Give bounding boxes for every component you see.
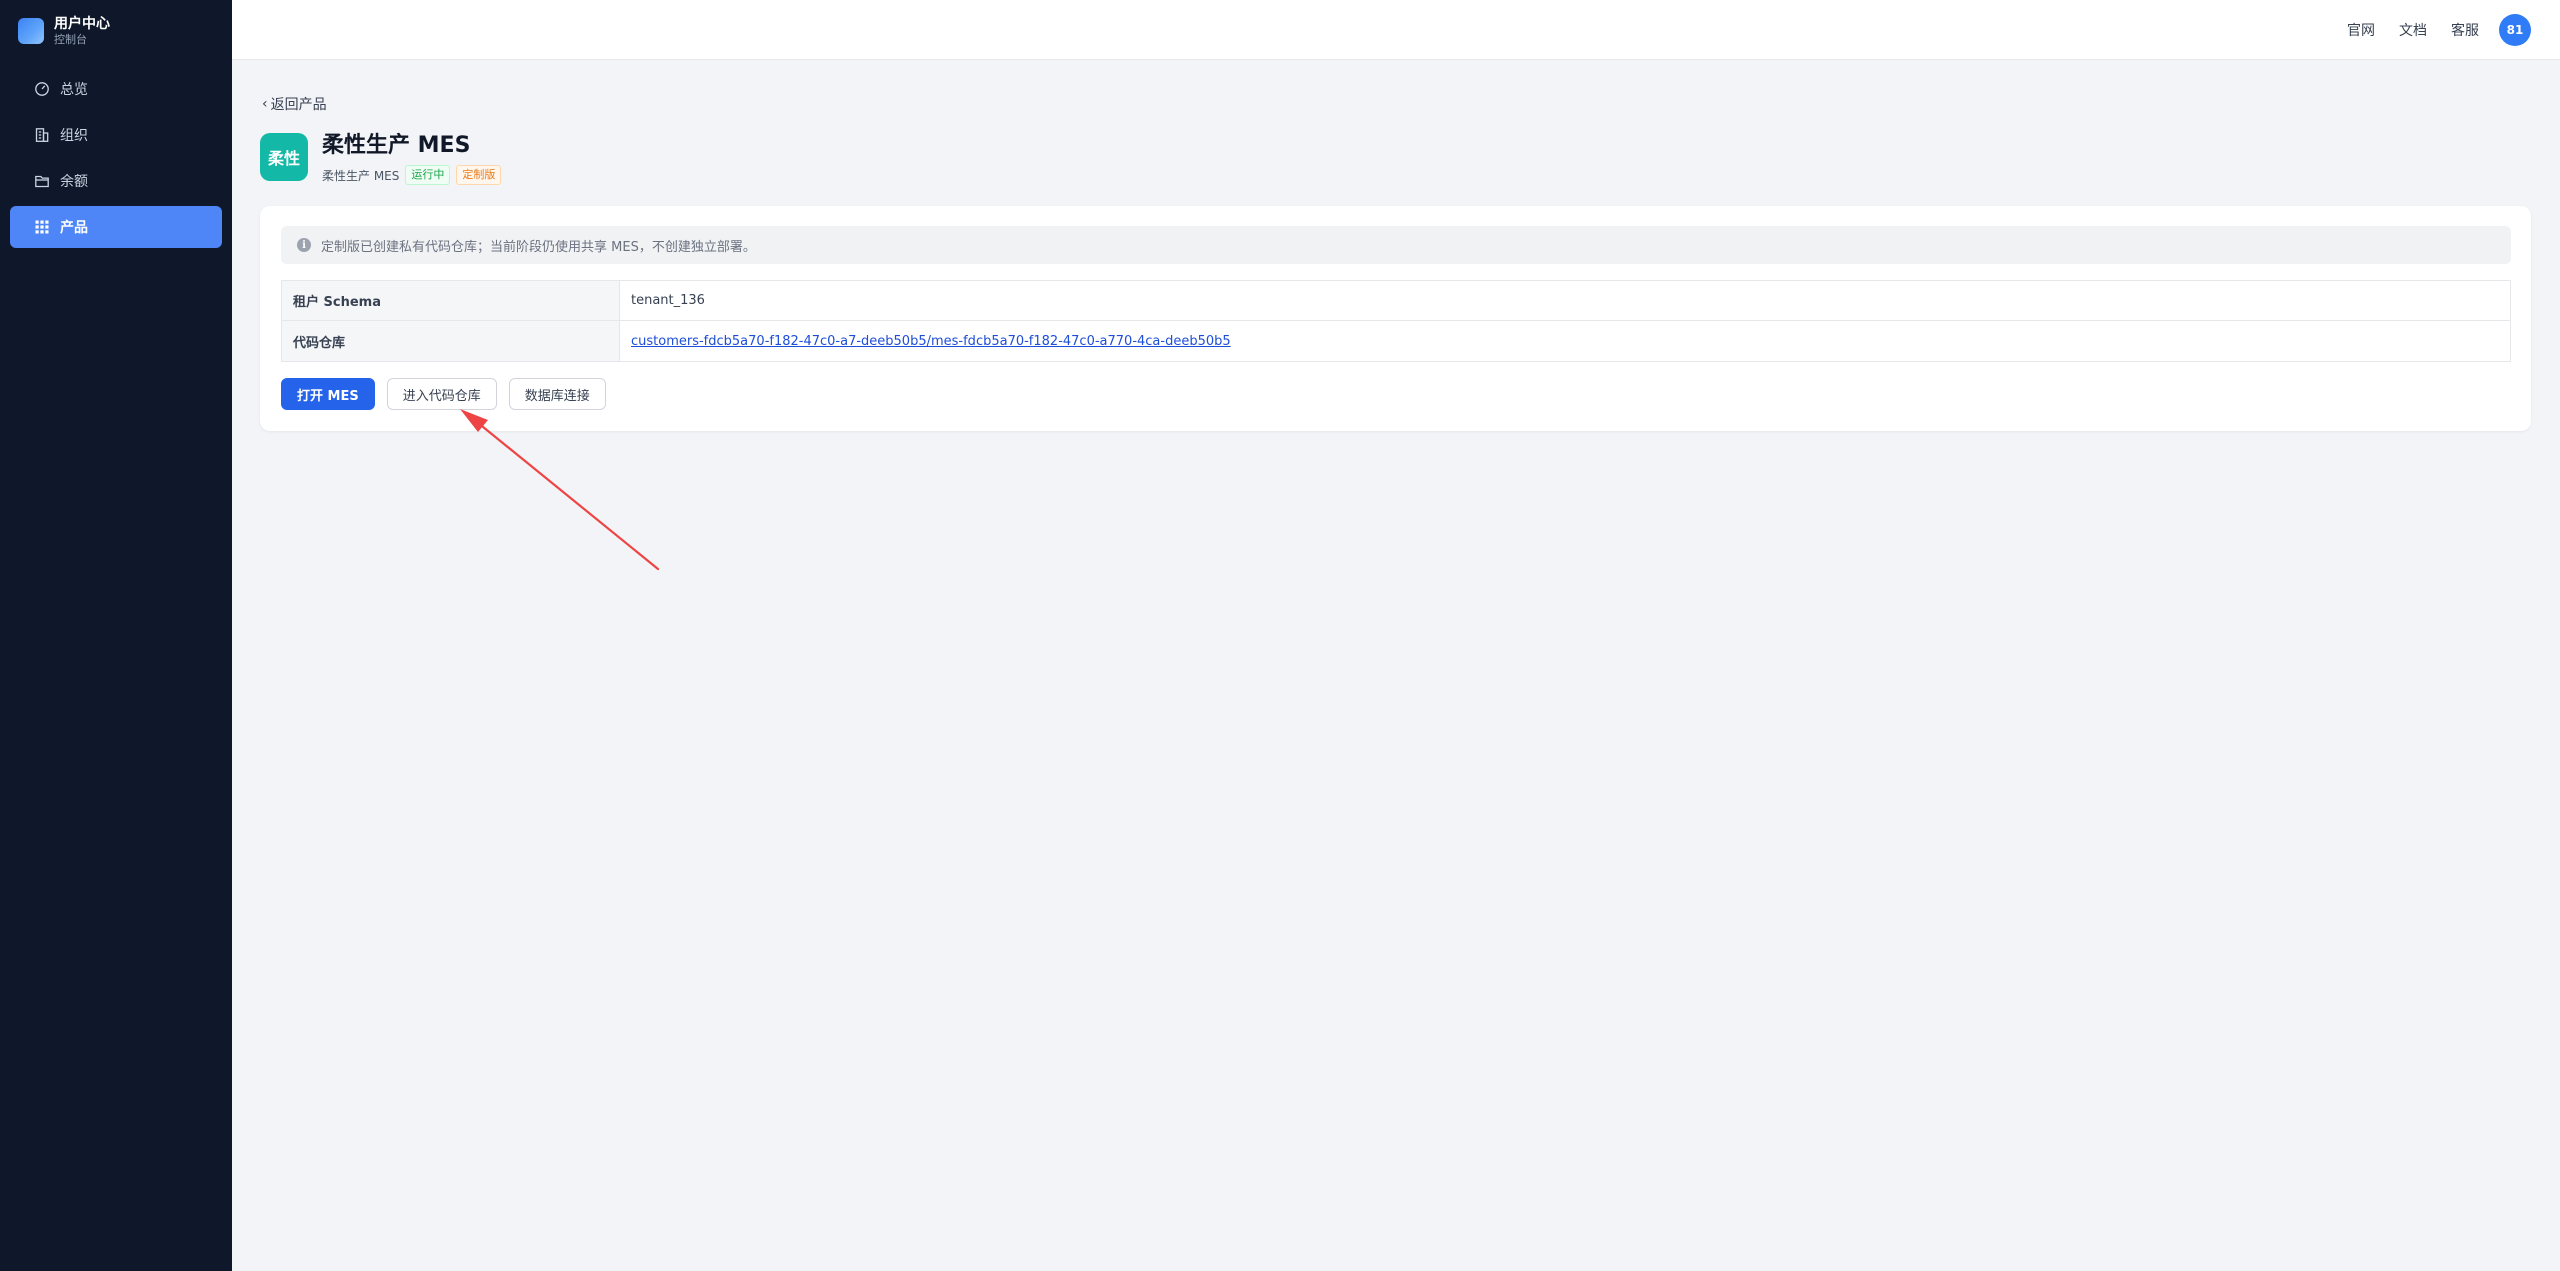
building-icon (34, 127, 50, 143)
table-row: 租户 Schema tenant_136 (282, 281, 2510, 321)
grid-icon (34, 219, 50, 235)
table-row: 代码仓库 customers-fdcb5a70-f182-47c0-a7-dee… (282, 321, 2510, 361)
sidebar-item-label: 组织 (60, 128, 88, 144)
brand[interactable]: 用户中心 控制台 (18, 14, 110, 48)
product-header: 柔性 柔性生产 MES 柔性生产 MES 运行中 定制版 (260, 133, 502, 185)
brand-logo (18, 18, 44, 44)
chevron-left-icon: ‹ (262, 96, 268, 112)
product-logo: 柔性 (260, 133, 308, 181)
open-mes-button[interactable]: 打开 MES (281, 378, 375, 410)
edition-badge: 定制版 (456, 165, 502, 185)
brand-title: 用户中心 (54, 15, 110, 32)
page-title: 柔性生产 MES (322, 133, 471, 158)
link-docs[interactable]: 文档 (2399, 20, 2427, 40)
brand-subtitle: 控制台 (54, 32, 87, 46)
wallet-icon (34, 173, 50, 189)
db-connection-button[interactable]: 数据库连接 (508, 378, 606, 410)
enter-repo-button[interactable]: 进入代码仓库 (386, 378, 497, 410)
notice-text: 定制版已创建私有代码仓库；当前阶段仍使用共享 MES，不创建独立部署。 (321, 239, 756, 255)
back-label: 返回产品 (270, 97, 327, 113)
sidebar-item-organization[interactable]: 组织 (10, 114, 222, 156)
top-bar: 官网 文档 客服 81 (232, 0, 2560, 60)
detail-key: 代码仓库 (282, 321, 620, 361)
product-subtitle: 柔性生产 MES (322, 168, 400, 183)
sidebar-item-balance[interactable]: 余额 (10, 160, 222, 202)
details-table: 租户 Schema tenant_136 代码仓库 customers-fdcb… (281, 280, 2511, 362)
sidebar-item-label: 总览 (60, 82, 88, 98)
sidebar: 用户中心 控制台 总览 组织 余额 产品 (0, 0, 232, 1271)
link-official-site[interactable]: 官网 (2347, 20, 2375, 40)
info-icon: i (297, 238, 311, 252)
sidebar-item-label: 产品 (60, 220, 88, 236)
detail-key: 租户 Schema (282, 281, 620, 320)
link-support[interactable]: 客服 (2451, 20, 2479, 40)
avatar[interactable]: 81 (2499, 14, 2531, 46)
sidebar-item-products[interactable]: 产品 (10, 206, 222, 248)
sidebar-nav: 总览 组织 余额 产品 (10, 68, 222, 252)
annotation-arrow (460, 409, 660, 571)
sidebar-item-overview[interactable]: 总览 (10, 68, 222, 110)
repo-link[interactable]: customers-fdcb5a70-f182-47c0-a7-deeb50b5… (631, 334, 1231, 349)
dashboard-icon (34, 81, 50, 97)
detail-value: tenant_136 (631, 293, 705, 308)
product-detail-card: i 定制版已创建私有代码仓库；当前阶段仍使用共享 MES，不创建独立部署。 租户… (260, 206, 2531, 431)
action-bar: 打开 MES 进入代码仓库 数据库连接 (281, 378, 618, 410)
status-badge: 运行中 (405, 165, 451, 185)
back-to-products-link[interactable]: ‹ 返回产品 (262, 94, 327, 114)
sidebar-item-label: 余额 (60, 174, 88, 190)
info-notice: i 定制版已创建私有代码仓库；当前阶段仍使用共享 MES，不创建独立部署。 (281, 226, 2511, 264)
